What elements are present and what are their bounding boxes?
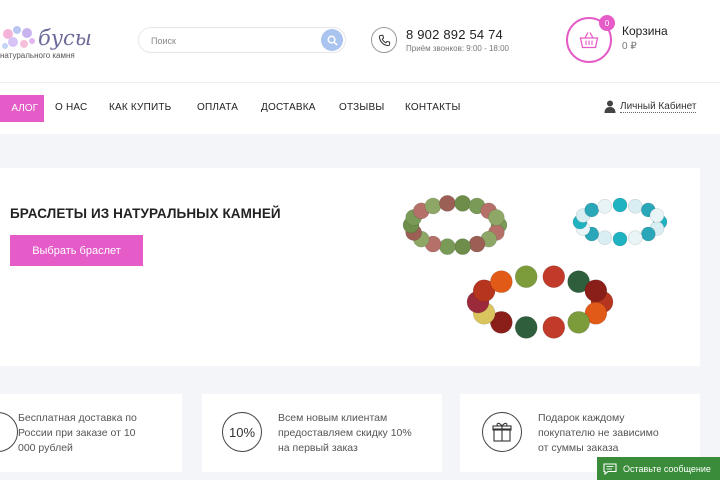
bead — [649, 208, 665, 223]
chat-icon — [603, 462, 617, 475]
bead — [628, 230, 643, 246]
phone-handset-icon — [378, 34, 390, 46]
search-button[interactable] — [321, 29, 343, 51]
bead — [439, 238, 456, 255]
bead — [612, 231, 628, 247]
personal-account-label: Личный Кабинет — [620, 100, 697, 113]
site-header: бусы натурального камня 8 902 892 54 74 … — [0, 0, 720, 82]
discount-10-icon: 10% — [222, 412, 262, 452]
hero-title: БРАСЛЕТЫ ИЗ НАТУРАЛЬНЫХ КАМНЕЙ — [10, 206, 281, 221]
gift-box-icon — [492, 422, 512, 442]
bead — [490, 270, 513, 293]
bead — [612, 197, 628, 213]
user-icon — [604, 100, 616, 113]
logo-tagline: натурального камня — [0, 51, 75, 60]
cart-count-badge: 0 — [599, 15, 615, 31]
cart-sum: 0 ₽ — [622, 41, 637, 52]
feature-text: Бесплатная доставка по России при заказе… — [18, 412, 137, 454]
leave-message-label: Оставьте сообщение — [623, 463, 711, 474]
nav-item-delivery[interactable]: ДОСТАВКА — [261, 102, 316, 113]
feature-free-delivery: Бесплатная доставка по России при заказе… — [0, 394, 182, 472]
bead — [584, 202, 600, 218]
nav-item-about[interactable]: О НАС — [55, 102, 87, 113]
logo[interactable]: бусы натурального камня — [0, 10, 100, 66]
bead — [640, 226, 656, 242]
nav-item-reviews[interactable]: ОТЗЫВЫ — [339, 102, 384, 113]
bead — [584, 279, 608, 303]
main-nav: АЛОГ О НАС КАК КУПИТЬ ОПЛАТА ДОСТАВКА ОТ… — [0, 82, 720, 134]
gift-icon — [482, 412, 522, 452]
bead — [514, 316, 538, 339]
cart-title[interactable]: Корзина — [622, 24, 668, 38]
feature-discount: 10% Всем новым клиентам предоставляем ск… — [202, 394, 442, 472]
bead — [597, 198, 612, 214]
bead — [454, 238, 471, 255]
bead — [567, 311, 590, 334]
bead — [454, 195, 471, 212]
bracelets-image — [402, 195, 668, 339]
delivery-icon — [0, 412, 18, 452]
logo-beads-icon — [2, 26, 35, 49]
logo-name: бусы — [38, 26, 92, 50]
bead — [628, 198, 643, 214]
leave-message-button[interactable]: Оставьте сообщение — [597, 457, 720, 480]
bead — [514, 265, 538, 288]
feature-text: Подарок каждому покупателю не зависимо о… — [538, 412, 659, 454]
basket-icon — [579, 32, 599, 49]
bead — [424, 197, 442, 215]
search-input[interactable] — [151, 34, 311, 48]
choose-bracelet-button[interactable]: Выбрать браслет — [10, 235, 143, 266]
feature-text: Всем новым клиентам предоставляем скидку… — [278, 412, 412, 454]
nav-item-payment[interactable]: ОПЛАТА — [197, 102, 238, 113]
bead — [488, 209, 505, 226]
nav-item-how-to-buy[interactable]: КАК КУПИТЬ — [109, 102, 171, 113]
call-hours: Приём звонков: 9:00 - 18:00 — [406, 44, 509, 53]
bead — [439, 195, 456, 212]
nav-catalog[interactable]: АЛОГ — [0, 95, 44, 122]
bead — [468, 235, 486, 253]
bead — [542, 265, 566, 288]
phone-icon — [371, 27, 397, 53]
phone-number[interactable]: 8 902 892 54 74 — [406, 27, 503, 42]
personal-account-link[interactable]: Личный Кабинет — [604, 100, 697, 113]
search-box — [138, 27, 346, 53]
bead — [542, 316, 566, 339]
nav-item-contacts[interactable]: КОНТАКТЫ — [405, 102, 461, 113]
search-icon — [327, 35, 338, 46]
bead — [597, 230, 612, 246]
